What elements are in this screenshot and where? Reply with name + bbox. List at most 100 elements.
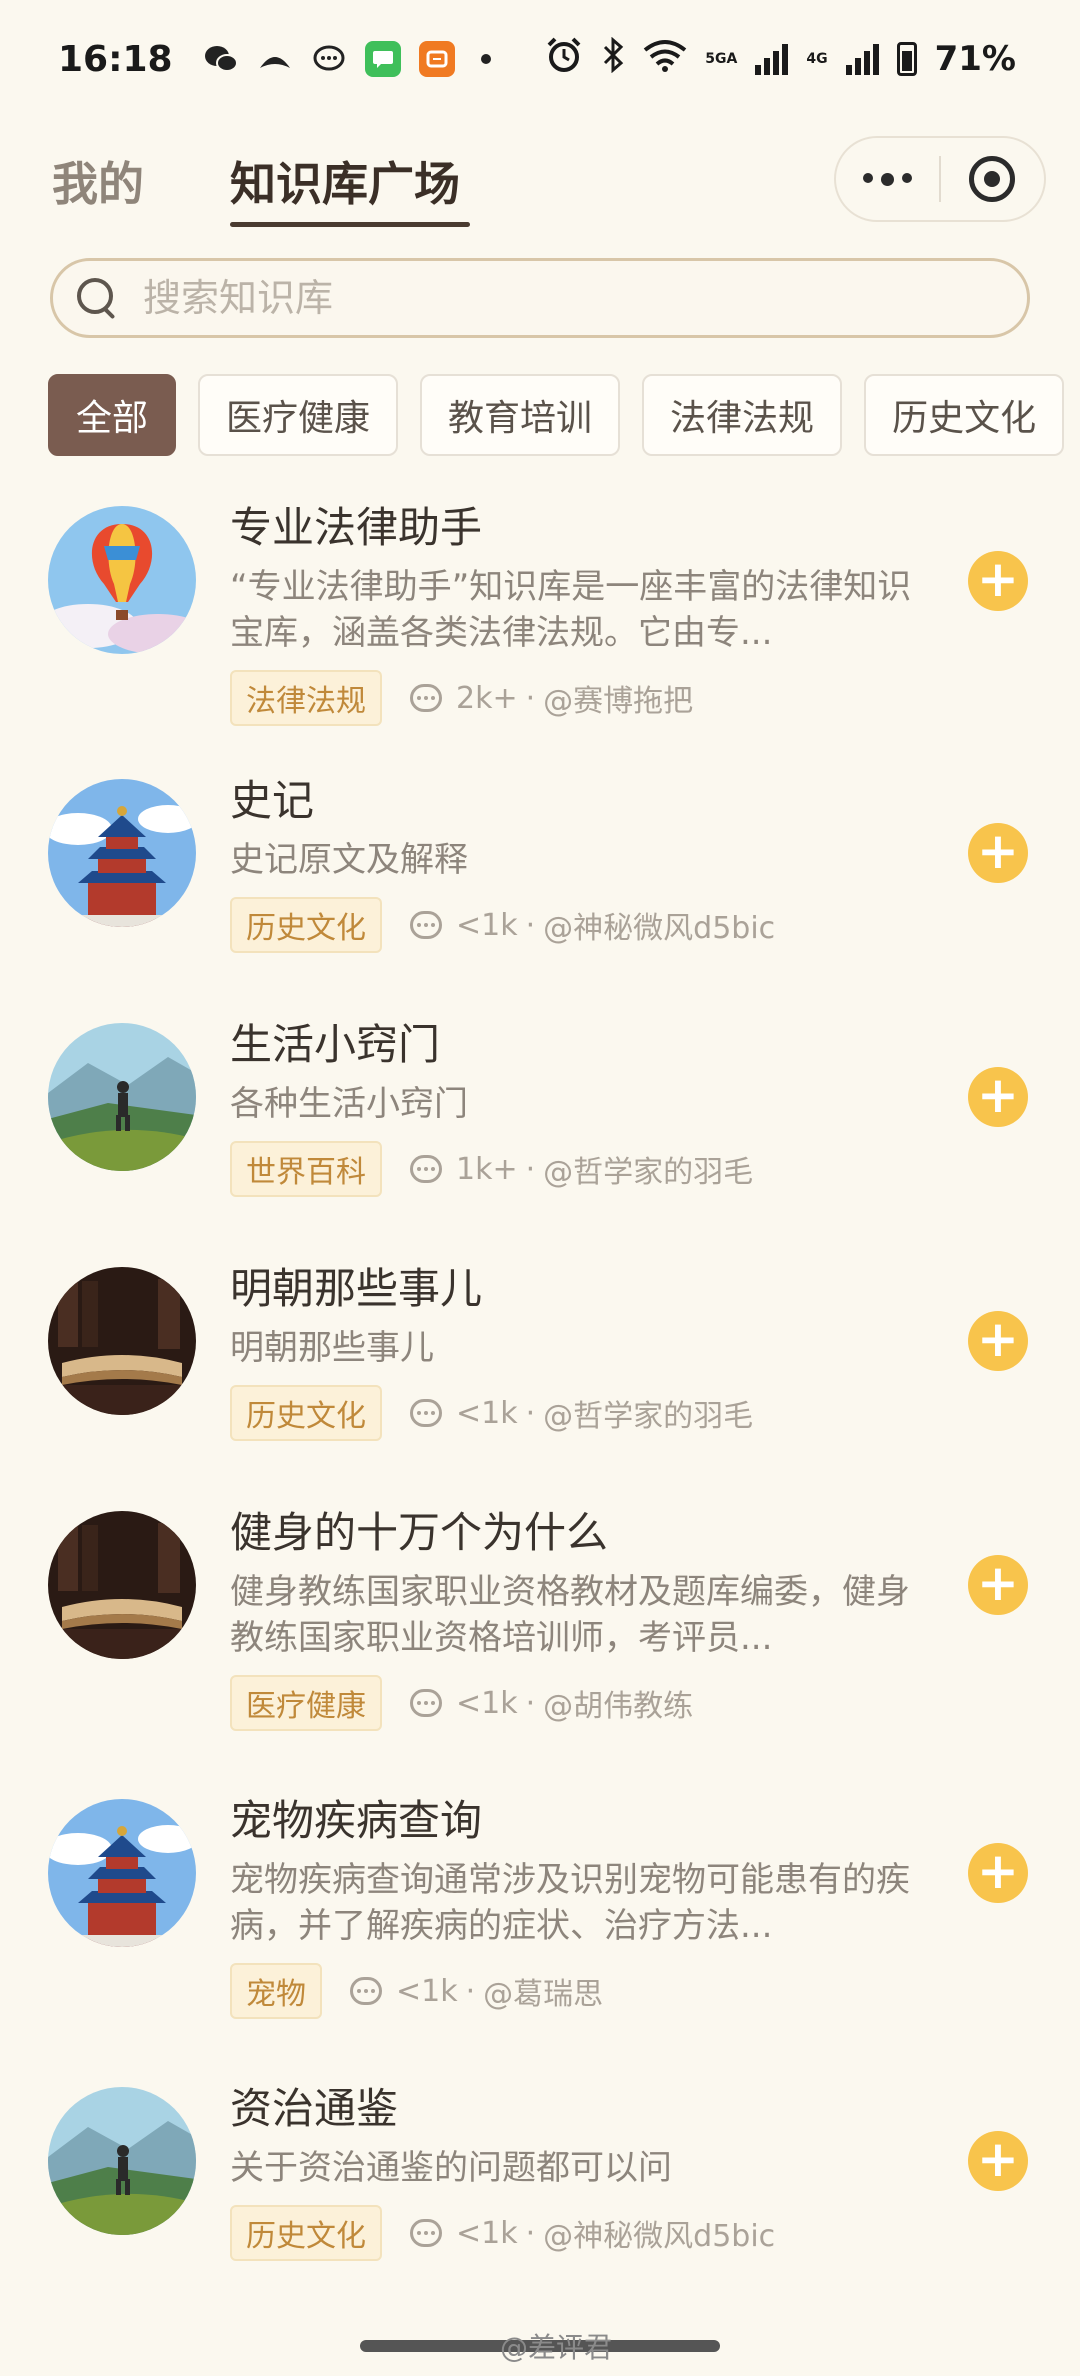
author-name: @胡伟教练 bbox=[543, 1689, 694, 1724]
add-knowledge-button[interactable]: + bbox=[968, 1843, 1028, 1903]
item-description: 宠物疾病查询通常涉及识别宠物可能患有的疾病，并了解疾病的症状、治疗方法... bbox=[230, 1860, 910, 1946]
status-time: 16:18 bbox=[58, 38, 173, 80]
plus-icon: + bbox=[977, 2130, 1019, 2188]
item-title: 明朝那些事儿 bbox=[230, 1264, 483, 1313]
usage-count: <1k bbox=[396, 1973, 458, 2009]
list-item[interactable]: 明朝那些事儿 明朝那些事儿 历史文化 <1k · @哲学家的羽毛 + bbox=[0, 1259, 1080, 1503]
book-icon bbox=[48, 1511, 196, 1659]
plus-icon: + bbox=[977, 822, 1019, 880]
meta-separator: · bbox=[525, 2215, 536, 2251]
message-app-icon bbox=[364, 41, 401, 77]
meta-separator: · bbox=[525, 907, 536, 943]
item-description: 各种生活小窍门 bbox=[230, 1084, 468, 1124]
add-knowledge-button[interactable]: + bbox=[968, 2131, 1028, 2191]
tab-knowledge-square[interactable]: 知识库广场 bbox=[230, 148, 460, 214]
category-tag: 历史文化 bbox=[230, 897, 382, 953]
status-bar: 16:18 5GA 4G 71% bbox=[0, 0, 1080, 118]
meta-separator: · bbox=[525, 1685, 536, 1721]
plus-icon: + bbox=[977, 1066, 1019, 1124]
author-name: @哲学家的羽毛 bbox=[543, 1399, 754, 1434]
list-item[interactable]: 史记 史记原文及解释 历史文化 <1k · @神秘微风d5bic + bbox=[0, 771, 1080, 1015]
category-tag: 医疗健康 bbox=[230, 1675, 382, 1731]
network-type-1: 5GA bbox=[705, 51, 738, 67]
comment-icon bbox=[410, 684, 442, 712]
chip-education[interactable]: 教育培训 bbox=[420, 374, 621, 456]
more-menu-button[interactable] bbox=[836, 172, 939, 186]
usage-count: 2k+ bbox=[456, 680, 518, 716]
plus-icon: + bbox=[977, 1842, 1019, 1900]
category-tag: 世界百科 bbox=[230, 1141, 382, 1197]
usage-count: <1k bbox=[456, 1395, 518, 1431]
plus-icon: + bbox=[977, 550, 1019, 608]
item-title: 资治通鉴 bbox=[230, 2084, 399, 2133]
bluetooth-icon bbox=[601, 36, 625, 81]
item-description: 史记原文及解释 bbox=[230, 840, 468, 880]
list-item[interactable]: 专业法律助手 “专业法律助手”知识库是一座丰富的法律知识宝库，涵盖各类法律法规。… bbox=[0, 488, 1080, 771]
chip-medical-health[interactable]: 医疗健康 bbox=[198, 374, 399, 456]
category-tag: 法律法规 bbox=[230, 670, 382, 726]
knowledge-base-list: 专业法律助手 “专业法律助手”知识库是一座丰富的法律知识宝库，涵盖各类法律法规。… bbox=[0, 488, 1080, 2323]
add-knowledge-button[interactable]: + bbox=[968, 1311, 1028, 1371]
temple-icon bbox=[48, 1799, 196, 1947]
list-item[interactable]: 资治通鉴 关于资治通鉴的问题都可以问 历史文化 <1k · @神秘微风d5bic… bbox=[0, 2079, 1080, 2323]
comment-icon bbox=[410, 2219, 442, 2247]
comment-icon bbox=[410, 1155, 442, 1183]
author-name: @神秘微风d5bic bbox=[543, 911, 776, 946]
item-meta: 法律法规 2k+ · @赛博拖把 bbox=[230, 670, 920, 726]
add-knowledge-button[interactable]: + bbox=[968, 551, 1028, 611]
item-description: 健身教练国家职业资格教材及题库编委，健身教练国家职业资格培训师，考评员... bbox=[230, 1572, 910, 1658]
meta-separator: · bbox=[525, 1395, 536, 1431]
item-meta: 历史文化 <1k · @哲学家的羽毛 bbox=[230, 1385, 920, 1441]
chip-law[interactable]: 法律法规 bbox=[642, 374, 843, 456]
alarm-icon bbox=[545, 36, 583, 82]
more-dot-icon bbox=[881, 172, 895, 186]
tab-mine[interactable]: 我的 bbox=[52, 148, 144, 214]
meta-separator: · bbox=[465, 1973, 476, 2009]
chip-all[interactable]: 全部 bbox=[48, 374, 177, 456]
wifi-icon bbox=[643, 38, 687, 80]
item-meta: 宠物 <1k · @葛瑞思 bbox=[230, 1963, 920, 2019]
add-knowledge-button[interactable]: + bbox=[968, 823, 1028, 883]
status-right: 5GA 4G 71% bbox=[545, 36, 1016, 82]
list-item[interactable]: 生活小窍门 各种生活小窍门 世界百科 1k+ · @哲学家的羽毛 + bbox=[0, 1015, 1080, 1259]
item-title: 专业法律助手 bbox=[230, 503, 483, 552]
item-body: 资治通鉴 关于资治通鉴的问题都可以问 历史文化 <1k · @神秘微风d5bic bbox=[230, 2081, 920, 2261]
usage-count: <1k bbox=[456, 907, 518, 943]
item-body: 宠物疾病查询 宠物疾病查询通常涉及识别宠物可能患有的疾病，并了解疾病的症状、治疗… bbox=[230, 1793, 920, 2019]
wechat-icon bbox=[203, 41, 239, 77]
book-icon bbox=[48, 1267, 196, 1415]
list-item[interactable]: 健身的十万个为什么 健身教练国家职业资格教材及题库编委，健身教练国家职业资格培训… bbox=[0, 1503, 1080, 1791]
search-icon bbox=[77, 278, 117, 318]
list-item[interactable]: 宠物疾病查询 宠物疾病查询通常涉及识别宠物可能患有的疾病，并了解疾病的症状、治疗… bbox=[0, 1791, 1080, 2079]
item-title: 史记 bbox=[230, 776, 315, 825]
search-input[interactable] bbox=[143, 276, 963, 320]
add-knowledge-button[interactable]: + bbox=[968, 1555, 1028, 1615]
comment-icon bbox=[350, 1977, 382, 2005]
item-meta: 历史文化 <1k · @神秘微风d5bic bbox=[230, 897, 920, 953]
search-bar[interactable] bbox=[50, 258, 1030, 338]
plus-icon: + bbox=[977, 1310, 1019, 1368]
leaf-app-icon bbox=[257, 41, 293, 77]
item-description: 关于资治通鉴的问题都可以问 bbox=[230, 2148, 672, 2188]
balloon-icon bbox=[48, 506, 196, 654]
close-miniprogram-button[interactable] bbox=[941, 156, 1044, 202]
item-meta: 世界百科 1k+ · @哲学家的羽毛 bbox=[230, 1141, 920, 1197]
add-knowledge-button[interactable]: + bbox=[968, 1067, 1028, 1127]
active-tab-indicator bbox=[230, 222, 470, 227]
chip-history[interactable]: 历史文化 bbox=[864, 374, 1065, 456]
category-tag: 历史文化 bbox=[230, 2205, 382, 2261]
miniprogram-capsule bbox=[834, 136, 1046, 222]
item-body: 生活小窍门 各种生活小窍门 世界百科 1k+ · @哲学家的羽毛 bbox=[230, 1017, 920, 1197]
item-meta: 历史文化 <1k · @神秘微风d5bic bbox=[230, 2205, 920, 2261]
item-title: 健身的十万个为什么 bbox=[230, 1508, 609, 1557]
plus-icon: + bbox=[977, 1554, 1019, 1612]
item-body: 健身的十万个为什么 健身教练国家职业资格教材及题库编委，健身教练国家职业资格培训… bbox=[230, 1505, 920, 1731]
temple-icon bbox=[48, 779, 196, 927]
author-name: @赛博拖把 bbox=[543, 684, 694, 719]
category-chips: 全部 医疗健康 教育培训 法律法规 历史文化 bbox=[48, 374, 1065, 456]
usage-count: 1k+ bbox=[456, 1151, 518, 1187]
hiker-icon bbox=[48, 2087, 196, 2235]
header: 我的 知识库广场 bbox=[52, 130, 1046, 230]
meta-separator: · bbox=[525, 1151, 536, 1187]
author-name: @哲学家的羽毛 bbox=[543, 1155, 754, 1190]
